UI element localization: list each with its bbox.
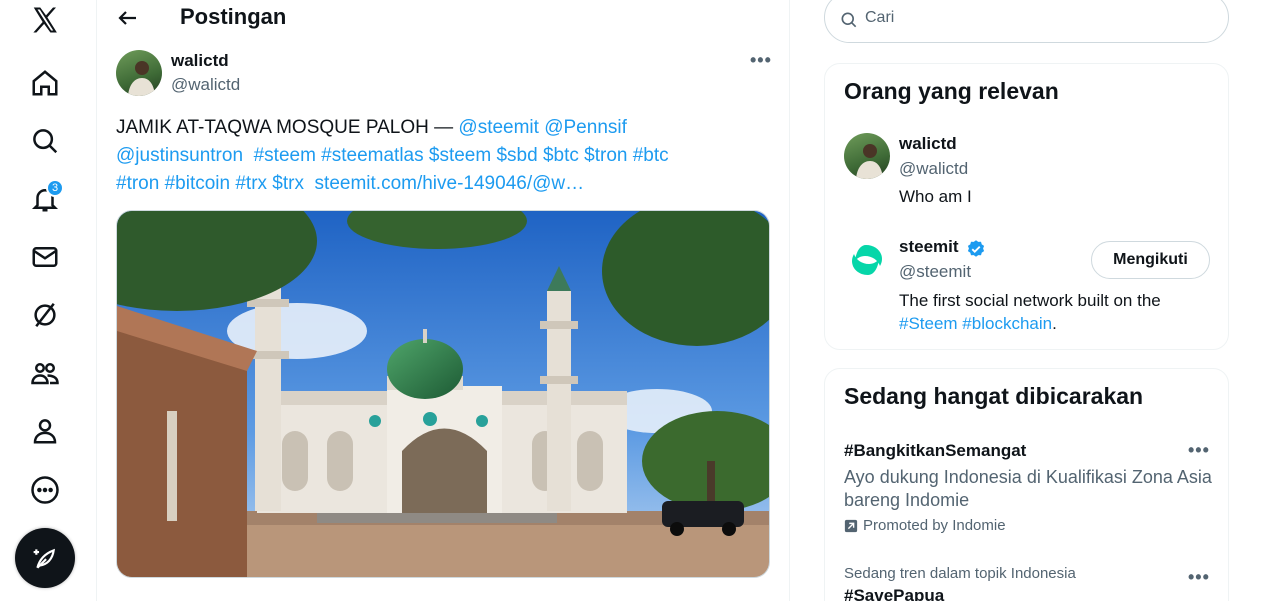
post-text: JAMIK AT-TAQWA MOSQUE PALOH — @steemit @… (116, 114, 776, 198)
verified-badge-icon (967, 240, 985, 257)
trend-context: Sedang tren dalam topik Indonesia (844, 565, 1076, 582)
post-link[interactable]: steemit.com/hive-149046/@w… (315, 173, 585, 194)
relevant-person-bio: The first social network built on the #S… (899, 289, 1209, 335)
steemit-logo-icon (852, 245, 882, 275)
home-icon[interactable] (28, 66, 62, 100)
divider-right (789, 0, 790, 601)
page-title: Postingan (180, 4, 287, 29)
mail-icon[interactable] (28, 240, 62, 274)
relevant-person-bio: Who am I (899, 187, 972, 206)
bio-plain: The first social network built on the (899, 291, 1161, 310)
relevant-person-handle[interactable]: @steemit (899, 262, 971, 282)
relevant-person-handle[interactable]: @walictd (899, 159, 968, 179)
author-handle[interactable]: @walictd (171, 75, 240, 95)
relevant-person-name[interactable]: walictd (899, 134, 957, 154)
compose-button[interactable] (15, 528, 75, 588)
promoted-label: Promoted by Indomie (863, 517, 1006, 534)
trend-more-icon[interactable]: ••• (1188, 440, 1210, 461)
x-logo-icon[interactable] (28, 3, 62, 37)
trend-description: Ayo dukung Indonesia di Kualifikasi Zona… (844, 467, 1212, 510)
promoted-icon (844, 519, 858, 533)
trending-title: Sedang hangat dibicarakan (844, 383, 1144, 409)
bio-end: . (1052, 314, 1057, 333)
trend-tag[interactable]: #SavePapua (844, 586, 944, 601)
relevant-people-title: Orang yang relevan (844, 78, 1059, 104)
trend-more-icon[interactable]: ••• (1188, 567, 1210, 588)
post-text-plain: JAMIK AT-TAQWA MOSQUE PALOH — (116, 117, 459, 138)
search-icon[interactable] (28, 124, 62, 158)
bio-hashtags[interactable]: #Steem #blockchain (899, 314, 1052, 333)
trend-tag[interactable]: #BangkitkanSemangat (844, 441, 1026, 461)
mention-steemit[interactable]: @steemit (458, 117, 539, 138)
mention-justinsuntron[interactable]: @justinsuntron (116, 145, 243, 166)
following-button[interactable]: Mengikuti (1091, 241, 1210, 279)
relevant-person-name[interactable]: steemit (899, 237, 959, 257)
grok-icon[interactable] (28, 298, 62, 332)
post-image[interactable] (116, 210, 770, 578)
notification-badge: 3 (46, 179, 64, 197)
post-tags-line2[interactable]: #steem #steematlas $steem $sbd $btc $tro… (254, 145, 669, 166)
more-circle-icon[interactable] (28, 473, 62, 507)
divider-left (96, 0, 97, 601)
profile-icon[interactable] (28, 414, 62, 448)
mention-pennsif[interactable]: @Pennsif (544, 117, 627, 138)
author-name[interactable]: walictd (171, 51, 229, 71)
post-more-icon[interactable]: ••• (750, 50, 772, 71)
avatar[interactable] (116, 50, 162, 96)
search-icon (841, 12, 857, 28)
search-input[interactable] (865, 9, 1205, 27)
steemit-avatar[interactable] (844, 237, 890, 283)
search-box[interactable] (824, 0, 1229, 43)
communities-icon[interactable] (28, 356, 62, 390)
compose-feather-icon (33, 548, 55, 569)
back-arrow-icon[interactable] (116, 6, 140, 30)
avatar[interactable] (844, 133, 890, 179)
post-tags-line3[interactable]: #tron #bitcoin #trx $trx (116, 173, 304, 194)
